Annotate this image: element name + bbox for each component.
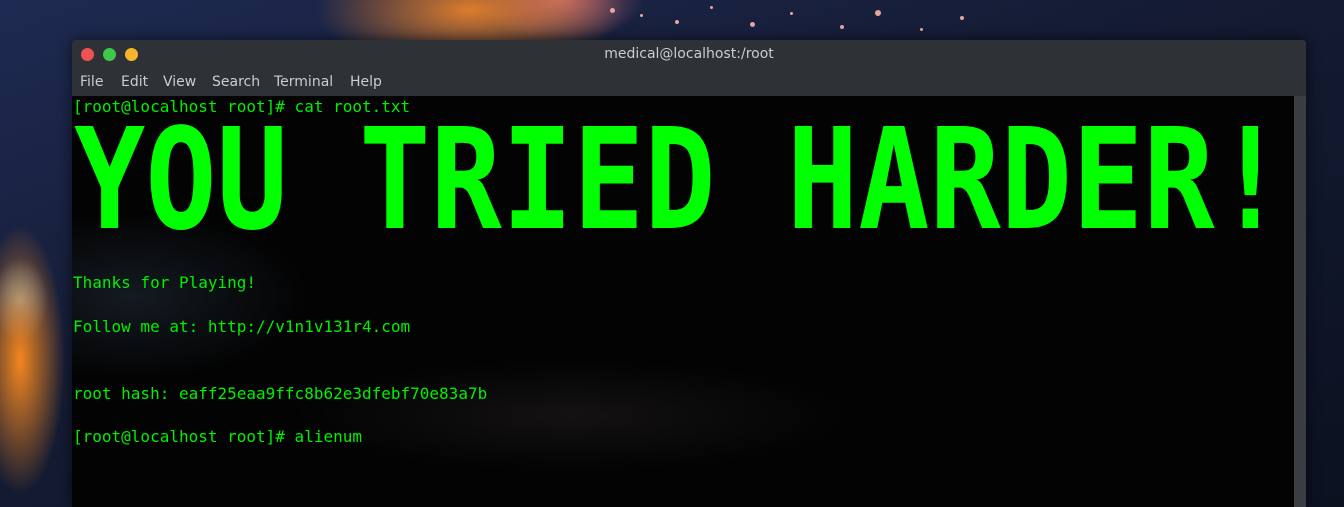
menu-edit[interactable]: Edit: [121, 74, 148, 90]
menu-help[interactable]: Help: [350, 74, 382, 90]
menu-terminal[interactable]: Terminal: [274, 74, 333, 90]
thanks-line: Thanks for Playing!: [73, 273, 257, 292]
window-title: medical@localhost:/root: [604, 46, 774, 62]
menu-view[interactable]: View: [163, 74, 196, 90]
terminal-output[interactable]: [root@localhost root]# cat root.txt YOU …: [72, 96, 1294, 507]
root-hash-line: root hash: eaff25eaa9ffc8b62e3dfebf70e83…: [73, 384, 488, 403]
ascii-banner: YOU TRIED HARDER!: [74, 118, 1286, 230]
titlebar[interactable]: medical@localhost:/root: [72, 40, 1306, 70]
prompt-line: [root@localhost root]# alienum: [73, 427, 362, 446]
menu-file[interactable]: File: [80, 74, 103, 90]
banner-text: YOU TRIED HARDER!: [74, 118, 1286, 230]
wallpaper-splatter: [600, 0, 1200, 40]
scrollbar[interactable]: [1294, 96, 1306, 507]
menubar: File Edit View Search Terminal Help: [72, 70, 1306, 96]
follow-line: Follow me at: http://v1n1v131r4.com: [73, 317, 411, 336]
menu-search[interactable]: Search: [212, 74, 260, 90]
command-line: [root@localhost root]# cat root.txt: [73, 97, 411, 116]
terminal-window[interactable]: medical@localhost:/root File Edit View S…: [72, 40, 1306, 507]
